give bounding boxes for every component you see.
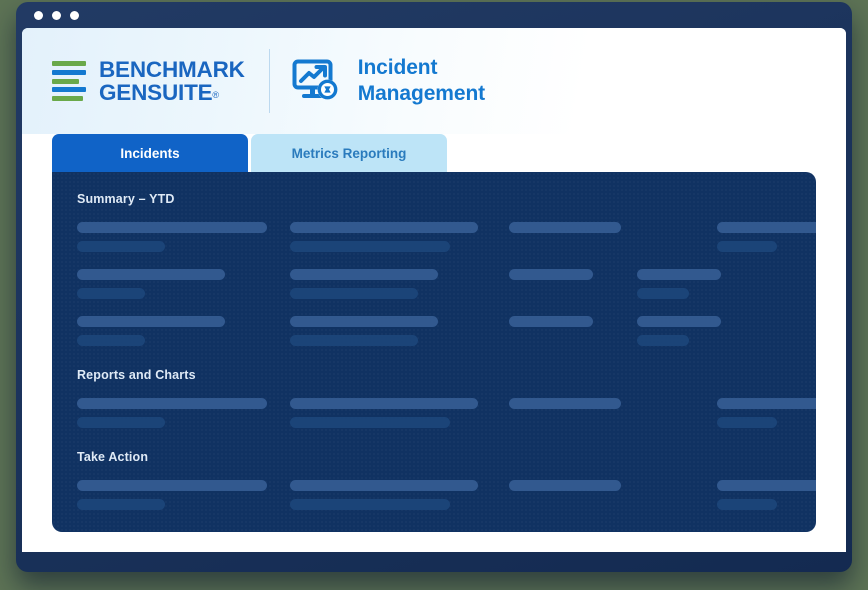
section-title-reports-and-charts: Reports and Charts xyxy=(77,368,196,382)
skeleton-bar xyxy=(77,499,165,510)
skeleton-bar xyxy=(77,480,267,491)
skeleton-bar xyxy=(717,480,816,491)
skeleton-bar xyxy=(77,398,267,409)
skeleton-bar xyxy=(290,241,450,252)
app-page: BENCHMARK GENSUITE® Incident Management … xyxy=(22,28,846,552)
brand-wordmark: BENCHMARK GENSUITE® xyxy=(99,58,245,105)
skeleton-bar xyxy=(717,222,816,233)
skeleton-bar xyxy=(717,241,777,252)
window-close-dot[interactable] xyxy=(34,10,43,20)
header-divider xyxy=(268,49,270,113)
tab-bar: Incidents Metrics Reporting xyxy=(22,134,846,172)
window-maximize-dot[interactable] xyxy=(70,10,79,20)
tab-incidents-label: Incidents xyxy=(120,145,180,161)
tab-metrics-reporting[interactable]: Metrics Reporting xyxy=(251,134,447,172)
skeleton-bar xyxy=(717,398,816,409)
skeleton-group-take-action xyxy=(77,480,816,510)
skeleton-column-1 xyxy=(77,398,290,428)
browser-window-frame: BENCHMARK GENSUITE® Incident Management … xyxy=(16,2,852,572)
skeleton-bar xyxy=(290,398,478,409)
brand-wordmark-line2: GENSUITE® xyxy=(99,80,245,105)
skeleton-bar xyxy=(637,288,689,299)
tab-metrics-reporting-label: Metrics Reporting xyxy=(291,145,407,161)
skeleton-group-summary xyxy=(77,222,816,346)
skeleton-bar xyxy=(637,316,721,327)
skeleton-bar xyxy=(717,499,777,510)
skeleton-bar xyxy=(77,222,267,233)
skeleton-bar xyxy=(290,335,418,346)
skeleton-bar xyxy=(290,316,438,327)
skeleton-bar xyxy=(290,417,450,428)
skeleton-bar xyxy=(509,480,621,491)
skeleton-column-4 xyxy=(717,398,816,428)
skeleton-bar xyxy=(509,316,593,327)
skeleton-bar xyxy=(509,269,593,280)
skeleton-bar xyxy=(290,499,450,510)
skeleton-bar xyxy=(290,288,418,299)
skeleton-bar xyxy=(77,335,145,346)
skeleton-bar xyxy=(637,269,721,280)
registered-trademark-mark: ® xyxy=(212,90,219,100)
app-header: BENCHMARK GENSUITE® Incident Management xyxy=(22,28,846,134)
skeleton-column-3 xyxy=(509,480,717,510)
section-title-summary: Summary – YTD xyxy=(77,192,175,206)
skeleton-bar xyxy=(77,241,165,252)
skeleton-bar xyxy=(509,222,621,233)
skeleton-bar xyxy=(77,288,145,299)
window-minimize-dot[interactable] xyxy=(52,10,61,20)
skeleton-bar xyxy=(290,222,478,233)
skeleton-column-2 xyxy=(290,398,509,428)
brand-wordmark-line1: BENCHMARK xyxy=(99,56,245,82)
incident-management-monitor-icon xyxy=(292,59,338,100)
skeleton-bar xyxy=(637,335,689,346)
skeleton-bar xyxy=(77,417,165,428)
skeleton-column-4 xyxy=(717,480,816,510)
window-titlebar xyxy=(16,2,852,28)
skeleton-bar xyxy=(77,269,225,280)
skeleton-group-reports xyxy=(77,398,816,428)
skeleton-bar xyxy=(717,417,777,428)
brand-lockup[interactable]: BENCHMARK GENSUITE® xyxy=(52,58,245,105)
skeleton-bar xyxy=(290,480,478,491)
benchmark-gensuite-logo-icon xyxy=(52,61,86,101)
module-title: Incident Management xyxy=(358,55,485,106)
skeleton-bar xyxy=(509,398,621,409)
skeleton-bar xyxy=(77,316,225,327)
module-title-line2: Management xyxy=(357,82,486,105)
skeleton-column-3 xyxy=(509,398,717,428)
skeleton-column-4 xyxy=(637,222,816,346)
tab-incidents[interactable]: Incidents xyxy=(52,134,248,172)
module-lockup: Incident Management xyxy=(292,55,485,106)
skeleton-bar xyxy=(290,269,438,280)
skeleton-column-2 xyxy=(290,480,509,510)
content-panel: Summary – YTD Reports and Charts Take Ac… xyxy=(52,172,816,532)
section-title-take-action: Take Action xyxy=(77,450,149,464)
brand-wordmark-line2-text: GENSUITE xyxy=(99,80,213,105)
module-title-line1: Incident xyxy=(357,56,438,80)
skeleton-column-1 xyxy=(77,222,290,346)
skeleton-column-3 xyxy=(509,222,717,346)
skeleton-column-1 xyxy=(77,480,290,510)
skeleton-column-2 xyxy=(290,222,509,346)
